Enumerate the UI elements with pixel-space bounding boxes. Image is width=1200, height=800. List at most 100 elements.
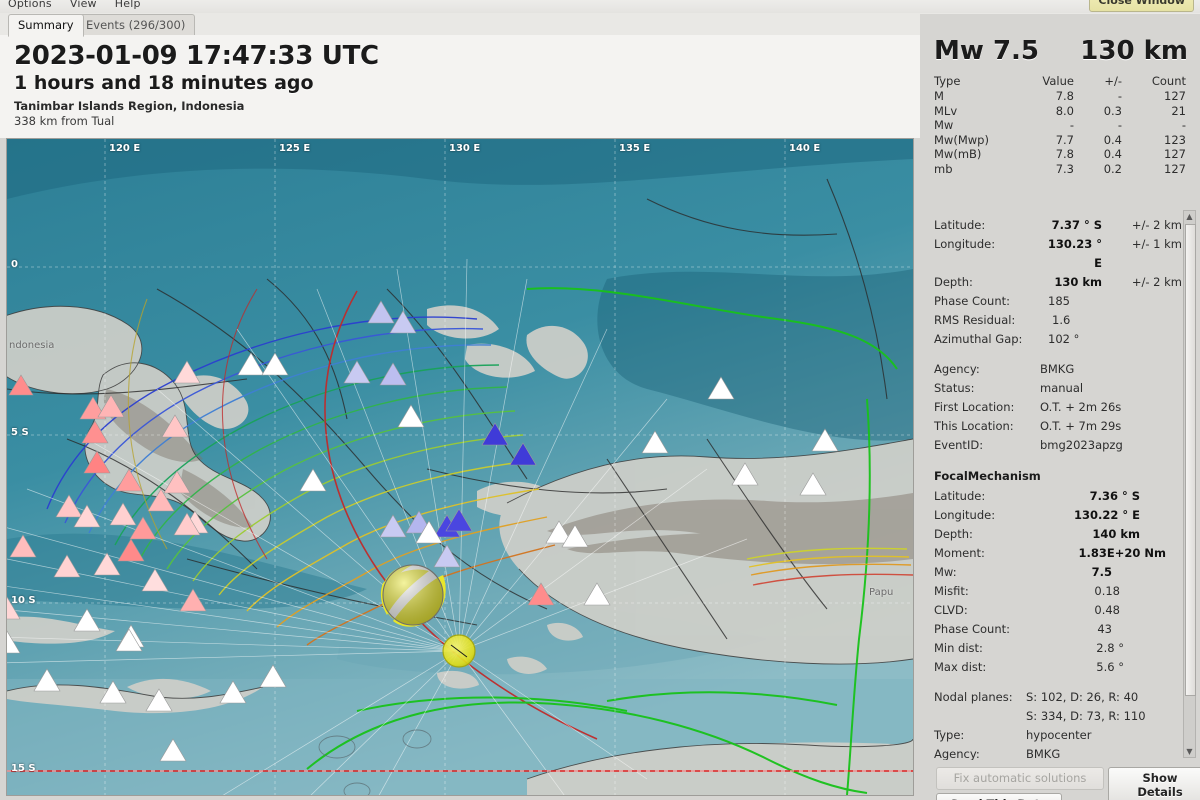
fm-max-dist-row: Max dist: 5.6 °: [934, 658, 1182, 677]
col-count: Count: [1122, 74, 1186, 89]
table-row[interactable]: M 7.8 - 127: [934, 89, 1186, 104]
mag-type: M: [934, 89, 1018, 104]
menu-help[interactable]: Help: [107, 0, 151, 12]
mag-count: 127: [1122, 147, 1186, 162]
magnitude-table-header: Type Value +/- Count: [934, 74, 1186, 89]
fm-min-dist-label: Min dist:: [934, 639, 1040, 658]
origin-depth-row: Depth: 130 km +/- 2 km: [934, 273, 1182, 292]
fm-max-dist-label: Max dist:: [934, 658, 1040, 677]
status-value: manual: [1040, 379, 1182, 398]
origin-rms-row: RMS Residual: 1.6: [934, 311, 1182, 330]
mag-type: Mw: [934, 118, 1018, 133]
tab-summary[interactable]: Summary: [8, 14, 84, 37]
origin-latitude-error: +/- 2 km: [1102, 216, 1182, 235]
eventid-value: bmg2023apzg: [1040, 436, 1182, 455]
mag-count: 123: [1122, 133, 1186, 148]
nodal-planes-label-blank: [934, 707, 1026, 726]
preferred-magnitude: Mw 7.5: [934, 36, 1039, 66]
eventid-row: EventID: bmg2023apzg: [934, 436, 1182, 455]
origin-azgap-label: Azimuthal Gap:: [934, 330, 1040, 349]
map-graphics: [7, 139, 913, 795]
origin-rms-value: 1.6: [1040, 311, 1182, 330]
preferred-depth: 130 km: [1080, 36, 1188, 66]
map-place-papua: Papu: [869, 587, 893, 598]
menubar: Options View Help: [0, 0, 1200, 13]
fm-misfit-row: Misfit: 0.18: [934, 582, 1182, 601]
table-row[interactable]: mb 7.3 0.2 127: [934, 162, 1186, 177]
map-view[interactable]: 120 E 125 E 130 E 135 E 140 E 0 5 S 10 S…: [6, 138, 914, 796]
mag-count: 127: [1122, 162, 1186, 177]
this-location-row: This Location: O.T. + 7m 29s: [934, 417, 1182, 436]
first-location-label: First Location:: [934, 398, 1040, 417]
origin-longitude-row: Longitude: 130.23 ° E +/- 1 km: [934, 235, 1182, 273]
scroll-up-arrow[interactable]: ▲: [1184, 211, 1195, 222]
fm-moment-value: 1.83E+20 Nm: [1079, 546, 1166, 560]
this-location-label: This Location:: [934, 417, 1040, 436]
origin-latitude-value: 7.37 ° S: [1052, 218, 1102, 232]
fm-depth-value: 140 km: [1092, 527, 1140, 541]
map-canvas[interactable]: 120 E 125 E 130 E 135 E 140 E 0 5 S 10 S…: [7, 139, 913, 795]
event-distance: 338 km from Tual: [14, 114, 920, 129]
detail-scrollbar[interactable]: ▲ ▼: [1183, 210, 1196, 758]
mag-value: 7.7: [1018, 133, 1074, 148]
origin-latitude-label: Latitude:: [934, 216, 1040, 235]
detail-list: Latitude: 7.37 ° S +/- 2 km Longitude: 1…: [920, 206, 1182, 760]
table-row[interactable]: MLv 8.0 0.3 21: [934, 104, 1186, 119]
mag-value: 7.3: [1018, 162, 1074, 177]
mag-value: 7.8: [1018, 147, 1074, 162]
fix-automatic-solutions-button[interactable]: Fix automatic solutions: [936, 767, 1104, 790]
mag-type: Mw(mB): [934, 147, 1018, 162]
this-location-value: O.T. + 7m 29s: [1040, 417, 1182, 436]
mag-value: 7.8: [1018, 89, 1074, 104]
fm-min-dist-value: 2.8 °: [1040, 639, 1182, 658]
origin-phase-count-label: Phase Count:: [934, 292, 1040, 311]
origin-rms-label: RMS Residual:: [934, 311, 1040, 330]
nodal-plane-2-value: S: 334, D: 73, R: 110: [1026, 707, 1182, 726]
origin-depth-label: Depth:: [934, 273, 1040, 292]
fm-phase-count-label: Phase Count:: [934, 620, 1040, 639]
event-detail-panel: Mw 7.5 130 km Type Value +/- Count M 7.8…: [920, 14, 1200, 800]
table-row[interactable]: Mw(mB) 7.8 0.4 127: [934, 147, 1186, 162]
fm-longitude-row: Longitude: 130.22 ° E: [934, 506, 1182, 525]
table-row[interactable]: Mw(Mwp) 7.7 0.4 123: [934, 133, 1186, 148]
fm-type-label: Type:: [934, 726, 1026, 745]
origin-depth-error: +/- 2 km: [1102, 273, 1182, 292]
fm-longitude-label: Longitude:: [934, 506, 1040, 525]
origin-latitude-row: Latitude: 7.37 ° S +/- 2 km: [934, 216, 1182, 235]
map-place-indonesia: ndonesia: [9, 340, 54, 351]
fm-depth-label: Depth:: [934, 525, 1040, 544]
scroll-down-arrow[interactable]: ▼: [1184, 746, 1195, 757]
fm-mw-row: Mw: 7.5: [934, 563, 1182, 582]
fm-phase-count-value: 43: [1040, 620, 1182, 639]
menu-options[interactable]: Options: [0, 0, 62, 12]
fm-mw-value: 7.5: [1092, 565, 1112, 579]
tab-events[interactable]: Events (296/300): [76, 14, 195, 36]
menu-view[interactable]: View: [62, 0, 107, 12]
mag-error: 0.4: [1074, 147, 1122, 162]
show-details-button[interactable]: Show Details: [1108, 767, 1200, 800]
scrollbar-thumb[interactable]: [1185, 224, 1196, 696]
magnitude-table: Type Value +/- Count M 7.8 - 127 MLv 8.0…: [934, 74, 1186, 176]
divider-spacer-2: [934, 677, 1182, 688]
fm-clvd-value: 0.48: [1040, 601, 1182, 620]
fm-misfit-label: Misfit:: [934, 582, 1040, 601]
nodal-planes-row-2: S: 334, D: 73, R: 110: [934, 707, 1182, 726]
close-window-button[interactable]: Close Window: [1089, 0, 1194, 12]
nodal-planes-row-1: Nodal planes: S: 102, D: 26, R: 40: [934, 688, 1182, 707]
fm-longitude-value: 130.22 ° E: [1074, 508, 1140, 522]
send-this-data-button[interactable]: Send This Data: [936, 793, 1062, 800]
table-row[interactable]: Mw - - -: [934, 118, 1186, 133]
mag-error: 0.2: [1074, 162, 1122, 177]
fm-agency-row: Agency: BMKG: [934, 745, 1182, 760]
mag-count: 127: [1122, 89, 1186, 104]
detail-scroll-area[interactable]: Latitude: 7.37 ° S +/- 2 km Longitude: 1…: [920, 206, 1200, 760]
divider-spacer: [934, 349, 1182, 360]
fm-max-dist-value: 5.6 °: [1040, 658, 1182, 677]
origin-azgap-row: Azimuthal Gap: 102 °: [934, 330, 1182, 349]
col-value: Value: [1018, 74, 1074, 89]
fm-moment-label: Moment:: [934, 544, 1040, 563]
fm-clvd-row: CLVD: 0.48: [934, 601, 1182, 620]
fm-min-dist-row: Min dist: 2.8 °: [934, 639, 1182, 658]
mag-error: -: [1074, 118, 1122, 133]
origin-depth-value: 130 km: [1054, 275, 1102, 289]
